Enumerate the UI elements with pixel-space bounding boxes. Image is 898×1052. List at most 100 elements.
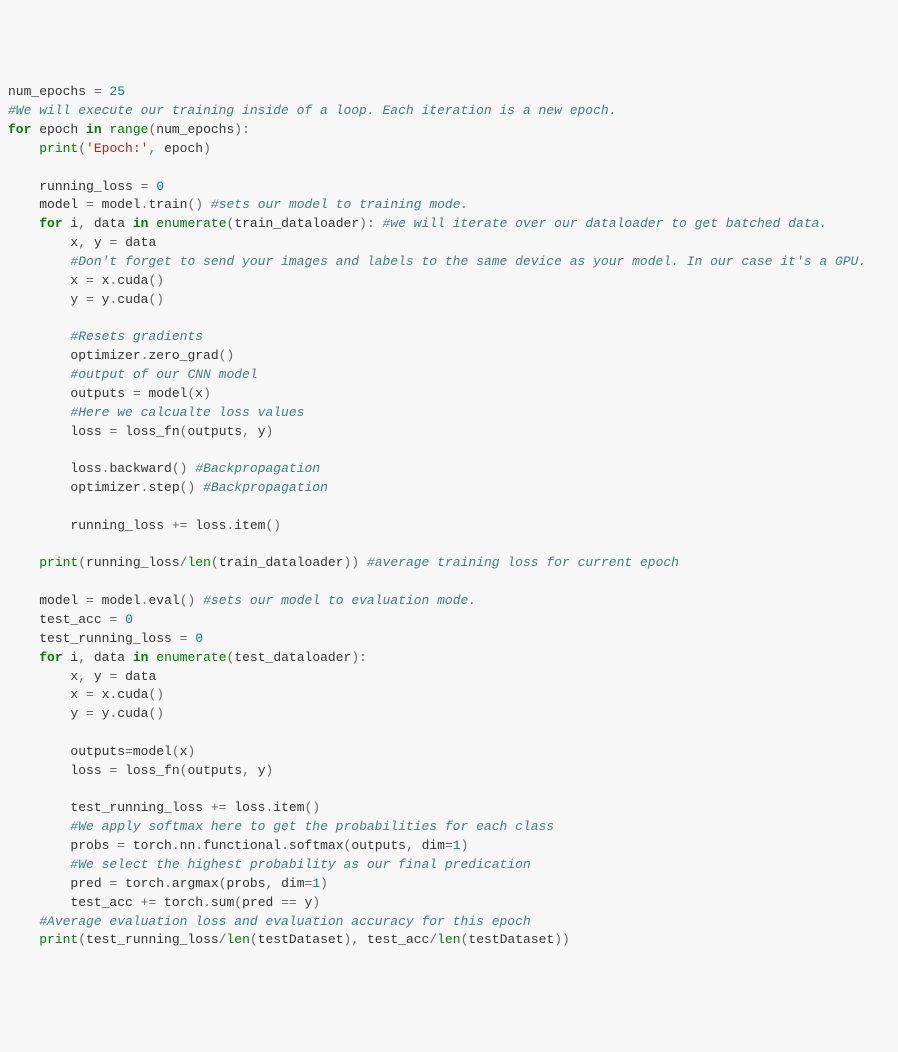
token-op: ): [359,216,382,231]
token-op: / [429,932,437,947]
token-com: #Backpropagation [195,461,320,476]
code-line [8,159,890,178]
code-line [8,498,890,517]
token-id: x [70,687,86,702]
token-op: () [180,480,203,495]
token-com: #sets our model to evaluation mode. [203,593,476,608]
token-id: probs [227,876,266,891]
token-com: #We apply softmax here to get the probab… [70,819,554,834]
code-line: x, y = data [8,668,890,687]
token-op: ) [266,763,274,778]
token-id: backward [109,461,171,476]
token-op: = [86,687,94,702]
token-id: loss [70,763,109,778]
token-id: loss [226,800,265,815]
token-op: , [242,763,258,778]
token-id: step [148,480,179,495]
code-line: #output of our CNN model [8,366,890,385]
token-id: y [258,424,266,439]
token-op: = [86,197,94,212]
token-id: data [94,216,133,231]
code-line: loss.backward() #Backpropagation [8,460,890,479]
token-kw: in [133,650,149,665]
token-com: #Don't forget to send your images and la… [70,254,866,269]
token-id: y [70,706,86,721]
code-line: y = y.cuda() [8,705,890,724]
token-op: = [86,84,109,99]
token-id: torch [125,838,172,853]
token-builtin: enumerate [156,216,226,231]
token-id: model [94,593,141,608]
token-id: running_loss [70,518,171,533]
token-op: = [125,744,133,759]
code-line [8,781,890,800]
code-line: test_running_loss += loss.item() [8,799,890,818]
token-id: loss [70,424,109,439]
token-id: y [70,292,86,307]
token-op: ( [234,895,242,910]
code-line [8,573,890,592]
token-kw: for [39,650,62,665]
token-op: ), [344,932,367,947]
token-op: = [109,876,117,891]
token-id: loss [187,518,226,533]
code-line: num_epochs = 25 [8,83,890,102]
token-id: cuda [117,687,148,702]
token-id: x [94,273,110,288]
code-line: #Resets gradients [8,328,890,347]
token-id: model [133,744,172,759]
token-id: loss [70,461,101,476]
token-builtin: len [187,555,210,570]
token-id: num_epochs [156,122,234,137]
token-num: 1 [312,876,320,891]
token-op: = [86,593,94,608]
token-op: , [266,876,282,891]
token-id: model [94,197,141,212]
token-id: y [94,669,110,684]
token-num: 0 [125,612,133,627]
token-op: () [148,292,164,307]
token-id: x [195,386,203,401]
token-id: optimizer [70,480,140,495]
token-op: += [141,895,157,910]
token-op: . [164,876,172,891]
token-com: #average training loss for current epoch [367,555,679,570]
code-line [8,536,890,555]
token-op: )) [554,932,570,947]
token-com: #we will iterate over our dataloader to … [383,216,828,231]
token-op: += [211,800,227,815]
token-id: y [94,706,110,721]
token-op: ( [211,555,219,570]
token-id: outputs [187,763,242,778]
token-kw: in [133,216,149,231]
token-op: ) [461,838,469,853]
token-com: #output of our CNN model [70,367,257,382]
token-op: () [266,518,282,533]
code-line: outputs=model(x) [8,743,890,762]
token-id: data [94,650,133,665]
token-id: zero_grad [148,348,218,363]
code-line: print('Epoch:', epoch) [8,140,890,159]
token-id: train_dataloader [219,555,344,570]
code-line: model = model.train() #sets our model to… [8,196,890,215]
token-op: ) [187,744,195,759]
token-op: , [78,216,94,231]
token-id: pred [242,895,281,910]
token-id: outputs [187,424,242,439]
token-op: ( [219,876,227,891]
token-id: dim [281,876,304,891]
code-line: for i, data in enumerate(test_dataloader… [8,649,890,668]
token-op: ( [78,932,86,947]
token-op: == [281,895,297,910]
code-line: test_running_loss = 0 [8,630,890,649]
token-id: running_loss [86,555,180,570]
token-id: y [258,763,266,778]
token-op: ( [461,932,469,947]
token-op: ): [234,122,250,137]
token-num: 1 [453,838,461,853]
code-line: loss = loss_fn(outputs, y) [8,762,890,781]
code-line: #We will execute our training inside of … [8,102,890,121]
token-com: #Resets gradients [70,329,203,344]
code-line: print(test_running_loss/len(testDataset)… [8,931,890,950]
token-id: argmax [172,876,219,891]
